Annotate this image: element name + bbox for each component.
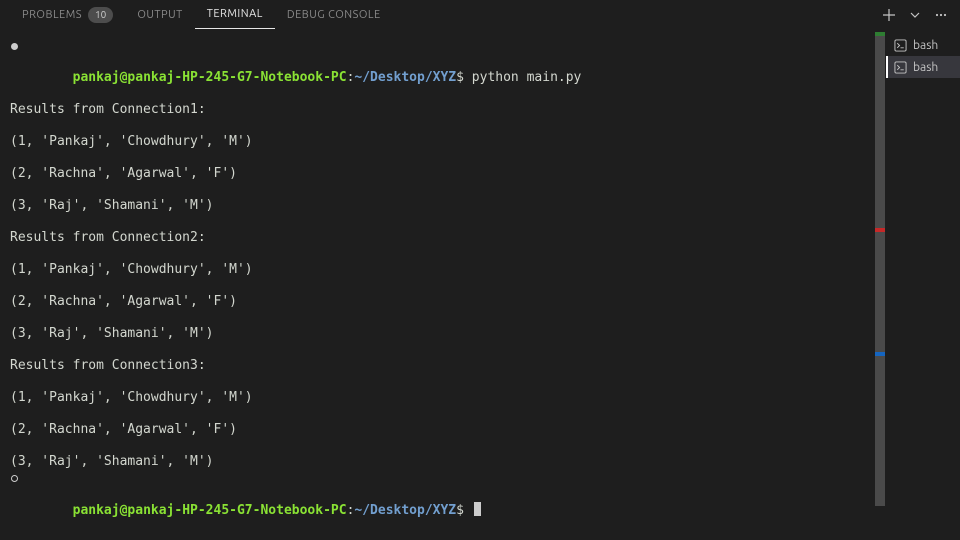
terminal-output-line: Results from Connection1:: [10, 102, 875, 118]
terminal-output-line: [10, 438, 875, 454]
terminal-output-line: (1, 'Pankaj', 'Chowdhury', 'M'): [10, 390, 875, 406]
tab-debug-console-label: Debug Console: [287, 9, 381, 21]
terminal-launch-profile-dropdown[interactable]: [908, 8, 922, 22]
terminal-output-line: (1, 'Pankaj', 'Chowdhury', 'M'): [10, 134, 875, 150]
ellipsis-icon: [934, 8, 948, 22]
scrollbar-mark: [875, 228, 885, 232]
terminal-output-line: (3, 'Raj', 'Shamani', 'M'): [10, 326, 875, 342]
terminal-output-line: [10, 342, 875, 358]
prompt-user: pankaj@pankaj-HP-245-G7-Notebook-PC: [73, 503, 347, 518]
panel-actions: [880, 6, 950, 24]
terminal-line-prompt-1: pankaj@pankaj-HP-245-G7-Notebook-PC:~/De…: [10, 38, 875, 102]
terminal-cursor: [474, 502, 481, 516]
terminal-output-line: [10, 150, 875, 166]
prompt-path: ~/Desktop/XYZ: [354, 503, 456, 518]
terminal-output-line: (3, 'Raj', 'Shamani', 'M'): [10, 198, 875, 214]
scrollbar-track: [875, 30, 885, 540]
terminal-output-line: (2, 'Rachna', 'Agarwal', 'F'): [10, 294, 875, 310]
command-status-icon: [8, 472, 20, 484]
scrollbar-mark: [875, 352, 885, 356]
tab-problems[interactable]: Problems 10: [10, 0, 125, 29]
tab-output-label: Output: [137, 9, 182, 21]
tab-problems-label: Problems: [22, 9, 82, 21]
tab-output[interactable]: Output: [125, 0, 194, 29]
terminal-output-line: (3, 'Raj', 'Shamani', 'M'): [10, 454, 875, 470]
tab-debug-console[interactable]: Debug Console: [275, 0, 393, 29]
terminal-line-prompt-2: pankaj@pankaj-HP-245-G7-Notebook-PC:~/De…: [10, 470, 875, 535]
tab-terminal-label: Terminal: [207, 8, 263, 20]
scrollbar-thumb[interactable]: [875, 36, 885, 506]
plus-icon: [882, 8, 896, 22]
terminal-output-line: [10, 246, 875, 262]
chevron-down-icon: [910, 10, 920, 20]
panel-more-actions[interactable]: [932, 6, 950, 24]
terminal-output-line: [10, 118, 875, 134]
command-text: python main.py: [472, 70, 582, 85]
terminal-output-line: [10, 374, 875, 390]
terminal-output-line: [10, 310, 875, 326]
terminal-output-line: [10, 182, 875, 198]
terminal-output-line: (2, 'Rachna', 'Agarwal', 'F'): [10, 166, 875, 182]
terminal-session-label: bash: [913, 61, 954, 74]
terminal-output-line: Results from Connection3:: [10, 358, 875, 374]
prompt-dollar: $: [456, 70, 464, 85]
panel-tabs: Problems 10 Output Terminal Debug Consol…: [0, 0, 960, 30]
terminal-output[interactable]: pankaj@pankaj-HP-245-G7-Notebook-PC:~/De…: [0, 30, 885, 540]
terminal-stdout: Results from Connection1: (1, 'Pankaj', …: [10, 102, 875, 470]
vscode-panel: Problems 10 Output Terminal Debug Consol…: [0, 0, 960, 540]
terminal-output-line: [10, 278, 875, 294]
prompt-user: pankaj@pankaj-HP-245-G7-Notebook-PC: [73, 70, 347, 85]
prompt-path: ~/Desktop/XYZ: [354, 70, 456, 85]
new-terminal-button[interactable]: [880, 6, 898, 24]
terminal-icon: [894, 61, 907, 74]
terminal-output-line: [10, 406, 875, 422]
scrollbar-mark: [875, 32, 885, 36]
terminal-output-line: (2, 'Rachna', 'Agarwal', 'F'): [10, 422, 875, 438]
terminal-sessions-list: bash bash: [885, 30, 960, 540]
terminal-output-line: (1, 'Pankaj', 'Chowdhury', 'M'): [10, 262, 875, 278]
terminal-scrollbar[interactable]: [875, 30, 885, 540]
terminal-session[interactable]: bash: [886, 34, 960, 56]
command-status-icon: [8, 40, 20, 52]
prompt-dollar: $: [456, 503, 464, 518]
terminal-icon: [894, 39, 907, 52]
problems-count-badge: 10: [88, 7, 113, 23]
tab-terminal[interactable]: Terminal: [195, 0, 275, 29]
terminal-session-label: bash: [913, 39, 954, 52]
terminal-output-line: Results from Connection2:: [10, 230, 875, 246]
panel-body: pankaj@pankaj-HP-245-G7-Notebook-PC:~/De…: [0, 30, 960, 540]
terminal-output-line: [10, 214, 875, 230]
terminal-session[interactable]: bash: [886, 56, 960, 78]
